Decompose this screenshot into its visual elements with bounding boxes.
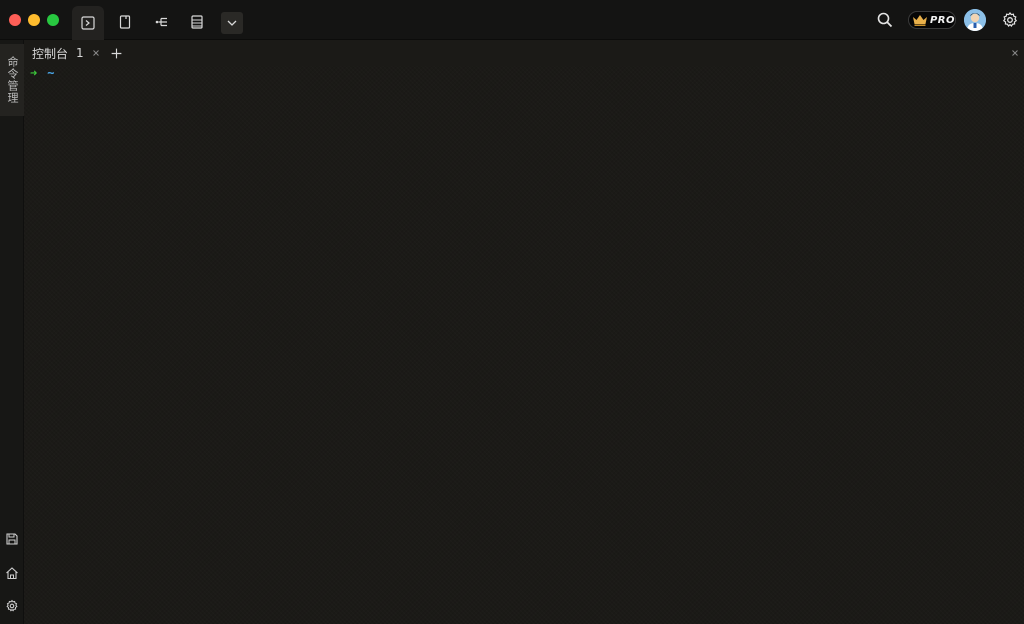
chevron-down-icon	[227, 20, 237, 26]
tab-label: 控制台	[32, 46, 69, 61]
gear-icon	[6, 599, 18, 612]
plus-icon	[111, 48, 121, 58]
crown-icon	[912, 15, 927, 26]
tab-number: 1	[76, 46, 84, 60]
avatar[interactable]	[964, 9, 986, 31]
zoom-window-button[interactable]	[47, 14, 59, 26]
panel-close-button[interactable]	[1008, 46, 1022, 60]
left-sidebar: 命令管理	[0, 40, 24, 624]
app-window: PRO 命令管理 控制台 1 ➜ ~	[0, 0, 1024, 624]
gear-icon	[1002, 12, 1018, 27]
terminal-tool-button[interactable]	[72, 6, 104, 40]
close-icon	[1012, 50, 1018, 56]
home-icon	[6, 567, 18, 580]
sidebar-settings-button[interactable]	[4, 598, 20, 614]
more-tools-dropdown[interactable]	[221, 12, 243, 34]
prompt-cwd: ~	[47, 66, 55, 80]
tree-icon	[155, 17, 167, 27]
file-icon	[119, 15, 131, 29]
search-icon	[877, 12, 893, 28]
save-icon	[6, 533, 18, 545]
sidebar-tab-label: 命令管理	[6, 56, 19, 104]
pro-label: PRO	[929, 14, 955, 26]
terminal-icon	[81, 16, 95, 30]
avatar-icon	[964, 9, 986, 31]
list-icon	[191, 15, 203, 29]
save-button[interactable]	[4, 531, 20, 547]
terminal-tab-bar: 控制台 1	[24, 40, 1024, 66]
tree-tool-button[interactable]	[146, 8, 178, 36]
tab-close-button[interactable]	[90, 47, 102, 59]
close-window-button[interactable]	[9, 14, 21, 26]
close-icon	[92, 50, 99, 56]
prompt-line: ➜ ~	[30, 66, 54, 80]
home-button[interactable]	[4, 565, 20, 581]
file-tool-button[interactable]	[109, 8, 141, 36]
tab-console-1[interactable]: 控制台 1	[24, 40, 108, 66]
minimize-window-button[interactable]	[28, 14, 40, 26]
list-tool-button[interactable]	[181, 8, 213, 36]
terminal-output[interactable]: ➜ ~	[24, 66, 1024, 624]
search-button[interactable]	[874, 9, 896, 31]
sidebar-tab-command-manager[interactable]: 命令管理	[0, 44, 24, 116]
add-tab-button[interactable]	[108, 45, 124, 61]
pro-badge[interactable]: PRO	[908, 11, 956, 29]
title-bar: PRO	[0, 0, 1024, 40]
prompt-arrow: ➜	[30, 66, 38, 80]
settings-button[interactable]	[999, 9, 1021, 31]
